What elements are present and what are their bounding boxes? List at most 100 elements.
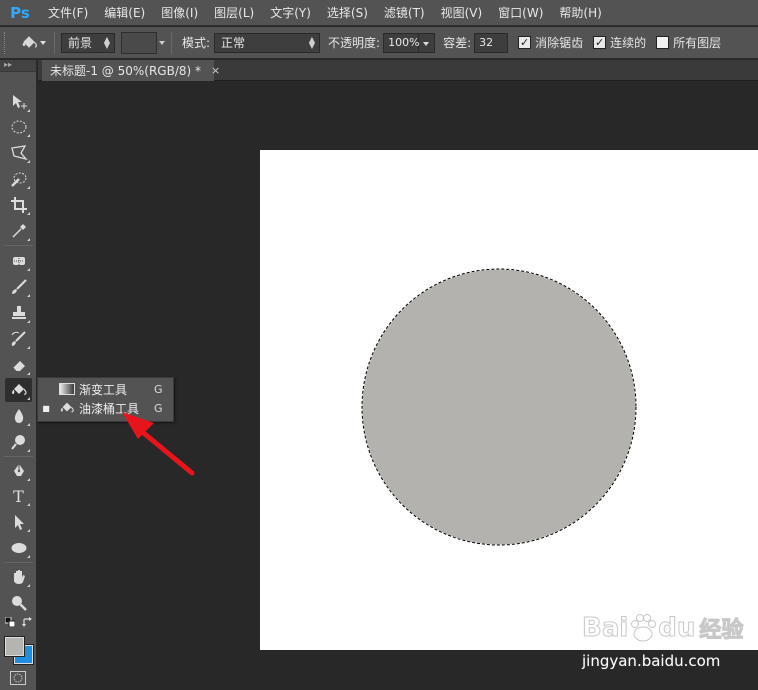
- document-tab[interactable]: 未标题-1 @ 50%(RGB/8) * ×: [42, 60, 220, 81]
- opacity-dropdown-button[interactable]: [419, 32, 436, 53]
- tool-clone-stamp[interactable]: [5, 301, 32, 325]
- submenu-indicator-icon: [27, 449, 30, 452]
- submenu-indicator-icon: [27, 555, 30, 558]
- baidu-jingyan-watermark: Bai du 经验 jingyan.baidu.com: [581, 608, 758, 678]
- flyout-item-gradient[interactable]: 渐变工具 G: [38, 379, 173, 399]
- opacity-input[interactable]: 100%: [383, 32, 420, 53]
- baidu-logo-text-2: du: [658, 613, 696, 644]
- stepper-arrows-icon: ▲ ▼: [103, 34, 110, 50]
- tool-path-selection[interactable]: [5, 510, 32, 534]
- tool-eyedropper[interactable]: [5, 219, 32, 243]
- foreground-color-swatch[interactable]: [4, 636, 25, 657]
- move-icon: [12, 95, 27, 109]
- filled-circle: [362, 269, 636, 545]
- elliptical-marquee-icon: [11, 120, 26, 134]
- zoom-icon: [11, 596, 27, 611]
- paint-bucket-icon: [58, 401, 76, 415]
- antialias-label: 消除锯齿: [535, 36, 584, 50]
- tool-type[interactable]: T: [5, 484, 32, 508]
- tool-quick-selection[interactable]: [5, 167, 32, 191]
- options-bar-grip[interactable]: [4, 31, 12, 54]
- antialias-checkbox[interactable]: ✓ 消除锯齿: [518, 34, 583, 51]
- tool-crop[interactable]: [5, 193, 32, 217]
- submenu-indicator-icon: [27, 212, 30, 215]
- tool-dodge[interactable]: [5, 430, 32, 454]
- contiguous-label: 连续的: [610, 36, 647, 50]
- tool-lasso[interactable]: [5, 141, 32, 165]
- panel-collapse-icon[interactable]: ▸▸: [0, 60, 36, 72]
- submenu-indicator-icon: [27, 584, 30, 587]
- pattern-picker[interactable]: [121, 31, 165, 54]
- shortcut-key: G: [154, 382, 163, 396]
- close-icon[interactable]: ×: [211, 64, 220, 77]
- tool-brush[interactable]: [5, 275, 32, 299]
- checkbox-empty-icon[interactable]: [656, 36, 670, 49]
- menu-window[interactable]: 窗口(W): [490, 0, 551, 26]
- mode-label: 模式:: [182, 36, 211, 50]
- separator: [171, 31, 172, 54]
- eraser-icon: [12, 361, 25, 372]
- crop-icon: [10, 197, 27, 213]
- hand-icon: [13, 570, 25, 584]
- history-brush-icon: [11, 331, 26, 346]
- menu-select[interactable]: 选择(S): [319, 0, 376, 26]
- menu-type[interactable]: 文字(Y): [262, 0, 319, 26]
- tool-blur[interactable]: [5, 404, 32, 428]
- tool-healing-brush[interactable]: [5, 249, 32, 273]
- app-logo: Ps: [10, 3, 30, 22]
- menu-help[interactable]: 帮助(H): [551, 0, 609, 26]
- watermark-url: jingyan.baidu.com: [582, 652, 721, 670]
- tolerance-input[interactable]: 32: [474, 32, 509, 53]
- circle-selection[interactable]: [361, 268, 637, 546]
- submenu-indicator-icon: [27, 503, 30, 506]
- submenu-indicator-icon: [27, 397, 30, 400]
- mode-value: 正常: [221, 36, 246, 50]
- tool-preset-picker[interactable]: [12, 31, 48, 55]
- all-layers-checkbox[interactable]: 所有图层: [656, 34, 721, 51]
- flyout-item-label: 渐变工具: [79, 382, 128, 397]
- quick-mask-icon[interactable]: [10, 671, 26, 685]
- document-tab-title: 未标题-1 @ 50%(RGB/8) *: [50, 64, 201, 78]
- tools-panel: ▸▸ T: [0, 60, 37, 690]
- swap-colors-icon[interactable]: [22, 617, 33, 628]
- stepper-arrows-icon: ▲ ▼: [308, 34, 316, 50]
- tool-history-brush[interactable]: [5, 327, 32, 351]
- submenu-indicator-icon: [27, 238, 30, 241]
- menu-image[interactable]: 图像(I): [153, 0, 206, 26]
- red-arrow-annotation: [122, 412, 195, 476]
- chevron-down-icon: [40, 40, 46, 45]
- menu-file[interactable]: 文件(F): [40, 0, 96, 26]
- baidu-logo: Bai du 经验: [581, 608, 743, 648]
- menu-filter[interactable]: 滤镜(T): [376, 0, 433, 26]
- separator: [4, 245, 33, 246]
- menu-view[interactable]: 视图(V): [433, 0, 491, 26]
- chevron-down-icon: [159, 40, 165, 45]
- tool-eraser[interactable]: [5, 353, 32, 377]
- tool-zoom[interactable]: [5, 591, 32, 615]
- pen-icon: [13, 464, 24, 476]
- brush-icon: [11, 279, 27, 294]
- menu-edit[interactable]: 编辑(E): [96, 0, 153, 26]
- tool-paint-bucket[interactable]: [5, 378, 32, 402]
- blur-icon: [14, 409, 23, 423]
- tool-ellipse[interactable]: [5, 536, 32, 560]
- options-bar: 前景 ▲ ▼ 模式: 正常 ▲ ▼ 不透明度: 100% 容差: 32 ✓ 消除锯齿…: [0, 27, 758, 59]
- tool-marquee[interactable]: [5, 115, 32, 139]
- tolerance-label: 容差:: [443, 36, 472, 50]
- tool-hand[interactable]: [5, 565, 32, 589]
- clone-stamp-icon: [11, 306, 26, 319]
- all-layers-label: 所有图层: [673, 36, 722, 50]
- ellipse-icon: [11, 543, 26, 553]
- mode-select[interactable]: 正常 ▲ ▼: [214, 32, 321, 53]
- menu-layer[interactable]: 图层(L): [206, 0, 262, 26]
- opacity-label: 不透明度:: [328, 36, 381, 50]
- tool-pen[interactable]: [5, 459, 32, 483]
- check-icon[interactable]: ✓: [518, 36, 532, 49]
- tool-move[interactable]: [5, 90, 32, 114]
- submenu-indicator-icon: [27, 346, 30, 349]
- default-colors-icon[interactable]: [5, 617, 15, 627]
- contiguous-checkbox[interactable]: ✓ 连续的: [593, 34, 646, 51]
- check-icon[interactable]: ✓: [593, 36, 607, 49]
- menu-bar: Ps 文件(F) 编辑(E) 图像(I) 图层(L) 文字(Y) 选择(S) 滤…: [0, 0, 758, 26]
- fill-source-select[interactable]: 前景 ▲ ▼: [61, 32, 115, 53]
